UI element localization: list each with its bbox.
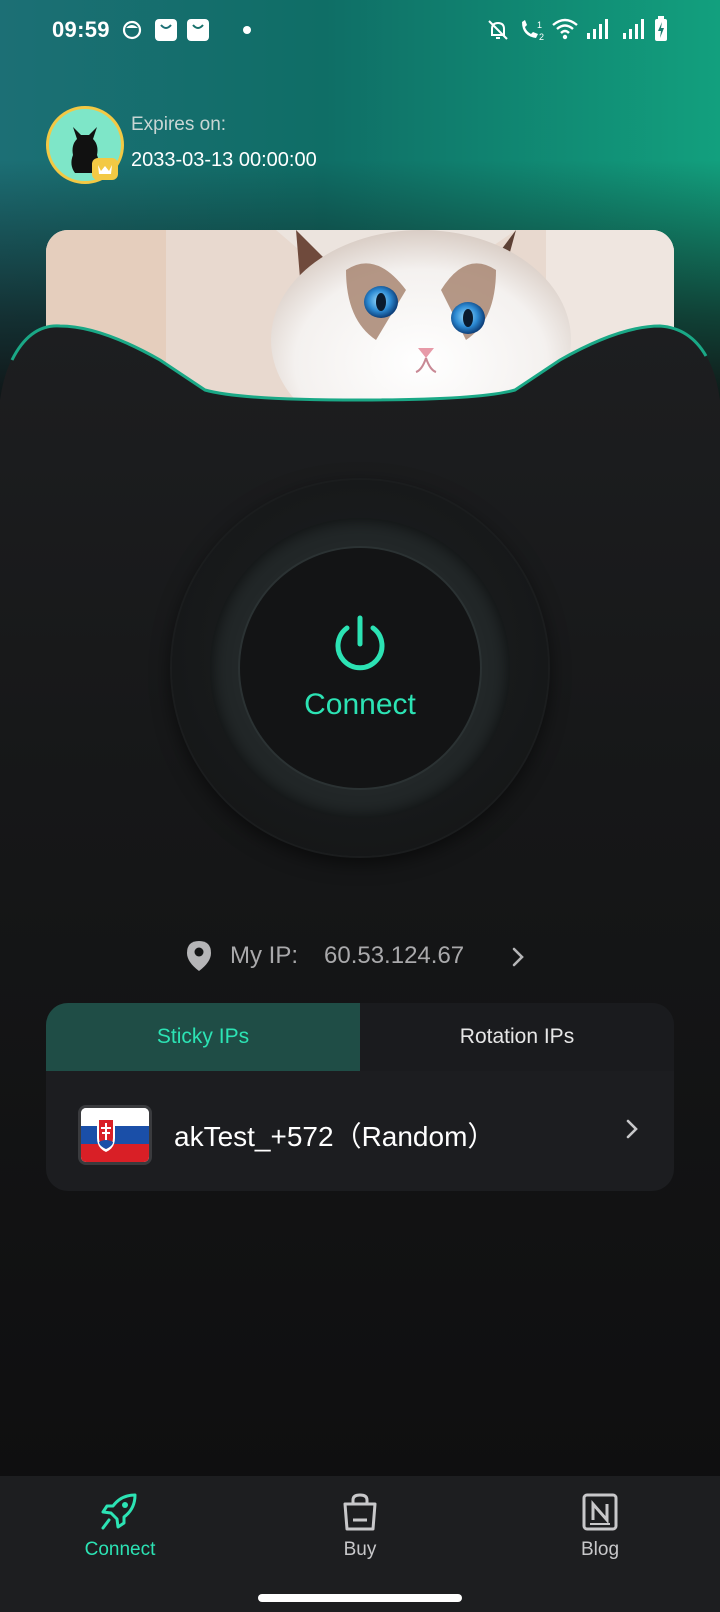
- nav-blog-label: Blog: [580, 1539, 620, 1560]
- app-notification-icon: [122, 20, 142, 40]
- nav-buy-label: Buy: [343, 1539, 377, 1560]
- my-ip-label: My IP:: [230, 942, 299, 969]
- proxy-card: Sticky IPs Rotation IPs akTest_+572（Rand…: [46, 1003, 674, 1191]
- battery-charging-icon: [655, 16, 667, 41]
- status-time: 09:59: [52, 17, 110, 42]
- nav-blog[interactable]: Blog: [530, 1492, 670, 1561]
- svg-text:2: 2: [539, 32, 544, 42]
- signal-icon: [587, 19, 608, 39]
- notion-icon: [582, 1493, 618, 1531]
- location-selector[interactable]: akTest_+572（Random）: [46, 1071, 674, 1191]
- slovakia-flag-icon: [78, 1105, 152, 1165]
- home-indicator[interactable]: [258, 1594, 462, 1602]
- power-icon: [335, 615, 385, 671]
- wifi-icon: [552, 18, 578, 40]
- notification-dot: [243, 26, 251, 34]
- location-pin-icon: [187, 941, 211, 971]
- nav-buy[interactable]: Buy: [290, 1492, 430, 1561]
- shopping-bag-icon: [343, 1493, 377, 1531]
- chevron-right-icon: [512, 947, 524, 967]
- bell-off-icon: [488, 20, 508, 40]
- expires-label: Expires on:: [131, 114, 227, 135]
- volte-call-icon: 1 2: [522, 20, 544, 42]
- status-bar: 09:59 1 2: [0, 0, 720, 62]
- chevron-right-icon: [626, 1119, 638, 1139]
- location-name: akTest_+572（Random）: [174, 1121, 496, 1152]
- my-ip-value: 60.53.124.67: [324, 942, 465, 969]
- connect-label[interactable]: Connect: [240, 688, 480, 722]
- shopping-notification-icon: [155, 19, 177, 41]
- tab-sticky-ips[interactable]: Sticky IPs: [46, 1003, 360, 1071]
- expires-value: 2033-03-13 00:00:00: [131, 149, 317, 171]
- my-ip-row[interactable]: My IP: 60.53.124.67: [186, 938, 534, 974]
- vip-crown-icon: [92, 158, 118, 180]
- signal-icon: [623, 19, 644, 39]
- svg-text:1: 1: [537, 20, 542, 30]
- rocket-icon: [101, 1493, 137, 1530]
- tab-rotation-ips[interactable]: Rotation IPs: [360, 1003, 674, 1071]
- nav-connect[interactable]: Connect: [50, 1492, 190, 1561]
- shopping-notification-icon: [187, 19, 209, 41]
- bottom-navigation: Connect Buy Blog: [0, 1476, 720, 1612]
- nav-connect-label: Connect: [84, 1539, 156, 1560]
